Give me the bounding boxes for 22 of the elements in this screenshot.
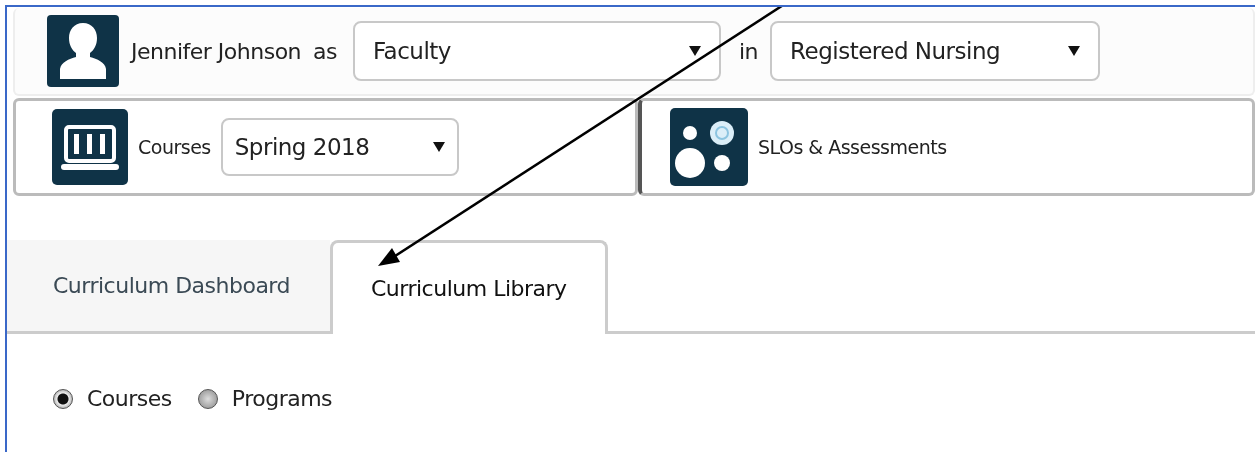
circles-icon — [670, 108, 748, 186]
caret-icon — [689, 45, 701, 57]
in-label: in — [739, 38, 759, 64]
tab[interactable]: Curriculum Dashboard — [7, 240, 330, 334]
module-panel[interactable]: Courses Spring 2018 — [13, 98, 638, 196]
user-name: Jennifer Johnson — [131, 38, 302, 64]
tab[interactable]: Curriculum Library — [330, 240, 608, 334]
module-panel[interactable]: SLOs & Assessments — [638, 98, 1255, 196]
radio-button[interactable] — [53, 388, 73, 409]
courses-label: Courses — [138, 136, 211, 158]
program-dropdown[interactable]: Registered Nursing — [770, 21, 1101, 81]
caret-icon — [1068, 45, 1081, 57]
as-label: as — [313, 38, 337, 64]
radio-button[interactable] — [197, 388, 218, 409]
radio-option[interactable]: Courses — [53, 386, 172, 411]
term-dropdown[interactable]: Spring 2018 — [220, 118, 459, 176]
radio-option[interactable]: Programs — [197, 386, 333, 411]
caret-icon — [432, 141, 445, 153]
user-icon — [47, 15, 119, 87]
slos-label: SLOs & Assessments — [758, 136, 947, 158]
role-dropdown[interactable]: Faculty — [353, 21, 721, 81]
laptop-icon — [52, 109, 128, 185]
